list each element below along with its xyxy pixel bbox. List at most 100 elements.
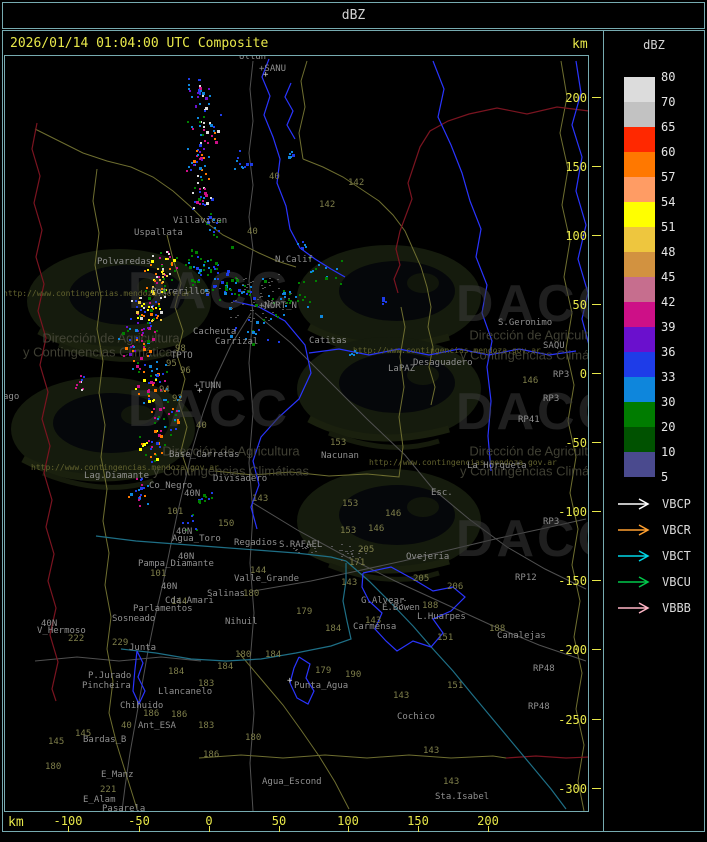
- map-place-label: 144: [250, 566, 267, 576]
- echo-pixel: [190, 514, 193, 517]
- echo-pixel: [283, 290, 286, 293]
- echo-pixel: [226, 273, 230, 277]
- map-place-label: Bardas_B: [83, 735, 127, 745]
- echo-pixel: [249, 294, 252, 297]
- map-place-label: 171: [349, 558, 366, 568]
- map-place-label: La_Horqueta: [467, 461, 527, 471]
- echo-pixel: [169, 273, 172, 276]
- echo-pixel: [143, 371, 146, 374]
- city-grid-pixel: [264, 286, 267, 288]
- echo-pixel: [147, 305, 150, 308]
- echo-pixel: [142, 346, 145, 349]
- city-grid-pixel: [264, 317, 267, 319]
- echo-pixel: [147, 318, 150, 321]
- echo-pixel: [214, 140, 218, 144]
- echo-pixel: [212, 126, 215, 129]
- echo-pixel: [155, 361, 158, 364]
- dbz-scale-block: [624, 102, 655, 127]
- echo-pixel: [198, 103, 201, 106]
- dbz-scale-block: [624, 277, 655, 302]
- echo-pixel: [193, 186, 196, 189]
- echo-pixel: [306, 306, 309, 309]
- echo-pixel: [354, 349, 357, 352]
- right-axis-label: 0: [579, 367, 587, 381]
- echo-pixel: [165, 398, 168, 401]
- echo-pixel: [147, 309, 150, 312]
- city-grid-pixel: [229, 316, 232, 318]
- map-place-label: 94: [159, 385, 170, 395]
- echo-pixel: [355, 351, 358, 354]
- echo-pixel: [207, 155, 210, 158]
- echo-pixel: [242, 291, 245, 294]
- dbz-scale-block: [624, 152, 655, 177]
- dbz-scale-value: 48: [661, 245, 676, 259]
- map-place-label: 206: [447, 582, 464, 592]
- dbz-scale-value: 60: [661, 145, 676, 159]
- dbz-scale-block: [624, 127, 655, 152]
- city-grid-pixel: [295, 550, 298, 552]
- echo-pixel: [187, 262, 190, 265]
- city-grid-pixel: [340, 549, 343, 551]
- boundary-line: [298, 60, 308, 160]
- echo-pixel: [303, 244, 306, 247]
- echo-pixel: [175, 427, 178, 430]
- echo-pixel: [156, 367, 159, 370]
- map-place-label: RP48: [533, 664, 555, 674]
- echo-pixel: [155, 307, 157, 310]
- dacc-watermark-tagline: y Contingencias Climáticas: [22, 344, 180, 360]
- echo-pixel: [166, 400, 169, 403]
- echo-pixel: [199, 134, 202, 137]
- echo-pixel: [249, 286, 252, 289]
- echo-pixel: [206, 142, 209, 145]
- echo-pixel: [151, 319, 154, 322]
- dacc-logo-eye-watermark: [297, 469, 481, 582]
- map-place-label: Divisadero: [213, 474, 268, 484]
- echo-pixel: [142, 379, 146, 383]
- echo-pixel: [208, 229, 211, 232]
- echo-pixel: [196, 154, 199, 157]
- echo-pixel: [153, 317, 156, 320]
- map-place-label: S.Geronimo: [498, 318, 553, 328]
- echo-pixel: [279, 298, 282, 301]
- dbz-scale-block: [624, 452, 655, 477]
- right-axis-tick: [592, 304, 601, 305]
- echo-pixel: [203, 121, 206, 124]
- city-grid-pixel: [310, 551, 313, 553]
- echo-pixel: [144, 269, 147, 272]
- echo-pixel: [142, 302, 145, 305]
- vector-arrow-vbcu: [618, 576, 650, 588]
- echo-pixel: [130, 317, 133, 320]
- echo-pixel: [139, 493, 142, 496]
- echo-pixel: [301, 298, 304, 301]
- echo-pixel: [235, 282, 238, 285]
- right-axis-label: -200: [558, 643, 587, 657]
- echo-pixel: [182, 522, 185, 525]
- map-place-label: 186: [143, 709, 160, 719]
- echo-pixel: [203, 500, 206, 503]
- echo-pixel: [238, 294, 241, 297]
- echo-pixel: [263, 280, 267, 284]
- echo-pixel: [156, 329, 159, 332]
- echo-pixel: [229, 289, 232, 292]
- echo-pixel: [196, 174, 199, 177]
- map-place-label: Sosneado: [112, 614, 156, 624]
- map-place-label: RP48: [528, 702, 550, 712]
- echo-pixel: [131, 367, 134, 370]
- map-place-label: L.Huarpes: [417, 612, 466, 622]
- echo-pixel: [195, 150, 198, 153]
- echo-pixel: [199, 79, 202, 82]
- map-place-label: RP41: [518, 415, 540, 425]
- map-place-label: Cochico: [397, 712, 435, 722]
- echo-pixel: [164, 257, 167, 260]
- echo-pixel: [170, 279, 173, 282]
- echo-pixel: [267, 295, 270, 298]
- echo-pixel: [199, 167, 203, 171]
- echo-pixel: [149, 301, 152, 304]
- echo-pixel: [282, 313, 285, 316]
- echo-pixel: [144, 310, 147, 313]
- river-line: [284, 82, 296, 140]
- echo-pixel: [139, 317, 143, 321]
- echo-pixel: [227, 269, 231, 273]
- echo-pixel: [208, 94, 211, 97]
- map-place-label: 92: [172, 394, 183, 404]
